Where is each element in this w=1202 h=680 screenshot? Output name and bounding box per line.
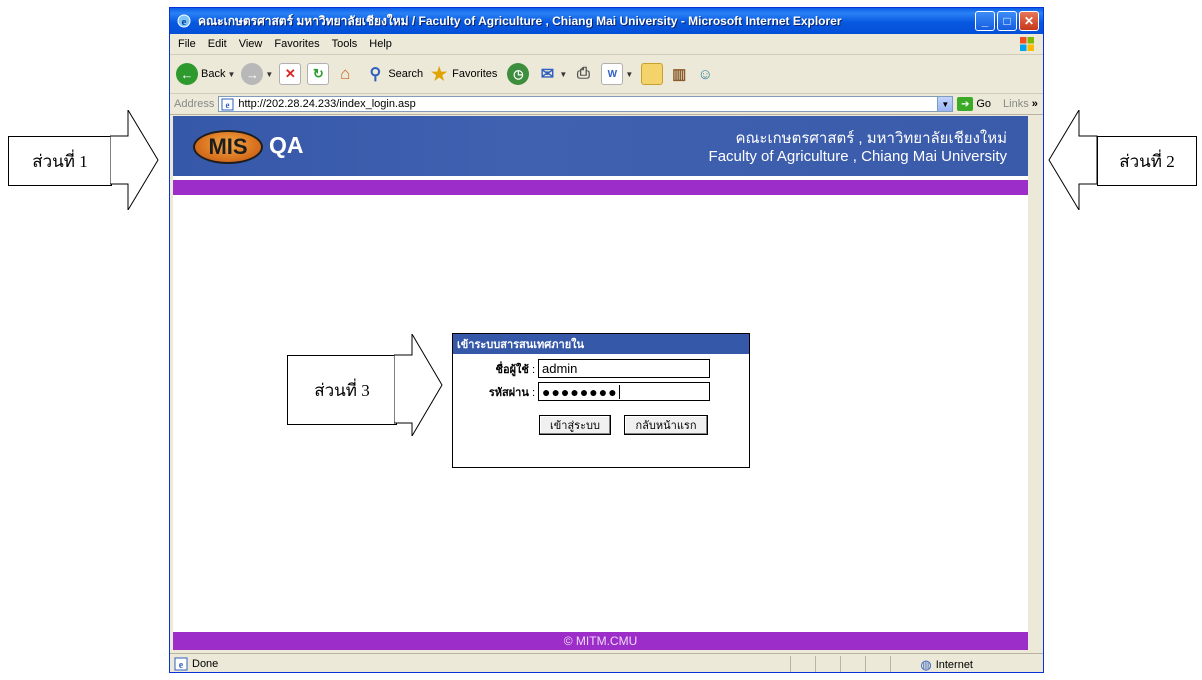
window-title: คณะเกษตรศาสตร์ มหาวิทยาลัยเชียงใหม่ / Fa…: [198, 13, 842, 28]
edit-button[interactable]: W ▼: [601, 63, 633, 85]
close-button[interactable]: ✕: [1019, 11, 1039, 31]
address-bar: Address e http://202.28.24.233/index_log…: [170, 94, 1043, 115]
site-footer: © MITM.CMU: [173, 632, 1028, 650]
svg-text:e: e: [179, 660, 184, 671]
login-form: เข้าระบบสารสนเทศภายใน ชื่อผู้ใช้ : admin…: [452, 333, 750, 468]
research-book-icon: ▥: [672, 66, 687, 83]
history-icon: ◷: [507, 63, 530, 85]
qa-logo: QA: [269, 132, 304, 158]
windows-flag-icon: [1020, 37, 1034, 51]
print-button[interactable]: ⎙: [573, 64, 593, 84]
password-input[interactable]: ●●●●●●●●: [538, 382, 710, 401]
browser-window: e คณะเกษตรศาสตร์ มหาวิทยาลัยเชียงใหม่ / …: [169, 7, 1044, 673]
callout-part-3-label: ส่วนที่ 3: [287, 355, 397, 425]
callout-part-2-label: ส่วนที่ 2: [1097, 136, 1197, 186]
refresh-icon: ↻: [307, 63, 330, 85]
menu-tools[interactable]: Tools: [332, 38, 358, 50]
standard-toolbar: ← Back ▼ → ▼ ✕ ↻ ⌂ ⚲ Search ★ Favorites …: [170, 55, 1043, 94]
purple-divider: [173, 180, 1028, 195]
search-icon: ⚲: [369, 66, 382, 83]
site-banner: MIS QA คณะเกษตรศาสตร์ , มหาวิทยาลัยเชียง…: [173, 116, 1028, 176]
menu-file[interactable]: File: [178, 38, 196, 50]
go-arrow-icon: ➔: [957, 97, 974, 111]
favorites-label: Favorites: [452, 68, 498, 80]
left-arrow-icon: [1048, 110, 1098, 210]
right-arrow-icon: [110, 110, 159, 210]
mail-icon: ✉: [540, 66, 555, 83]
page-icon: e: [221, 98, 234, 110]
forward-button[interactable]: → ▼: [241, 63, 273, 85]
refresh-button[interactable]: ↻: [307, 63, 330, 85]
home-icon: ⌂: [340, 64, 351, 83]
password-label: รหัสผ่าน :: [488, 386, 535, 399]
discuss-button[interactable]: [641, 63, 664, 85]
address-url: http://202.28.24.233/index_login.asp: [238, 98, 416, 110]
forward-arrow-icon: →: [241, 63, 264, 85]
right-arrow-icon: [394, 334, 443, 436]
banner-title-english: Faculty of Agriculture , Chiang Mai Univ…: [708, 148, 1007, 165]
minimize-button[interactable]: _: [975, 11, 995, 31]
mail-dropdown-icon[interactable]: ▼: [559, 70, 567, 79]
research-button[interactable]: ▥: [669, 64, 689, 84]
back-arrow-icon: ←: [176, 63, 198, 85]
menu-view[interactable]: View: [239, 38, 263, 50]
page-done-icon: e: [174, 657, 188, 671]
globe-icon: ◍: [920, 657, 932, 672]
go-button[interactable]: ➔ Go: [957, 97, 991, 111]
address-dropdown-icon[interactable]: ▼: [937, 97, 953, 111]
menu-favorites[interactable]: Favorites: [274, 38, 319, 50]
password-mask: ●●●●●●●●: [542, 383, 618, 400]
search-button[interactable]: ⚲ Search: [365, 64, 423, 84]
username-label: ชื่อผู้ใช้ :: [495, 363, 535, 376]
back-button[interactable]: ← Back ▼: [176, 63, 235, 85]
address-label: Address: [174, 98, 215, 110]
maximize-button[interactable]: □: [997, 11, 1017, 31]
search-label: Search: [388, 68, 424, 80]
back-label: Back: [201, 68, 226, 80]
mis-logo: MIS: [193, 130, 263, 164]
menu-edit[interactable]: Edit: [208, 38, 227, 50]
back-dropdown-icon[interactable]: ▼: [227, 70, 235, 79]
login-submit-button[interactable]: เข้าสู่ระบบ: [539, 415, 611, 435]
svg-text:e: e: [182, 16, 187, 28]
messenger-icon: ☺: [697, 65, 713, 83]
status-text: Done: [192, 658, 219, 670]
links-button[interactable]: Links: [1003, 98, 1029, 110]
menu-bar: File Edit View Favorites Tools Help: [170, 34, 1043, 55]
menu-help[interactable]: Help: [369, 38, 392, 50]
edit-dropdown-icon[interactable]: ▼: [625, 70, 633, 79]
banner-title-thai: คณะเกษตรศาสตร์ , มหาวิทยาลัยเชียงใหม่: [735, 130, 1007, 147]
text-cursor: [618, 384, 620, 399]
go-label: Go: [976, 98, 992, 110]
back-home-button[interactable]: กลับหน้าแรก: [624, 415, 708, 435]
word-edit-icon: W: [601, 63, 624, 85]
history-button[interactable]: ◷: [507, 63, 530, 85]
mail-button[interactable]: ✉ ▼: [537, 64, 568, 84]
folder-icon: [641, 63, 664, 85]
svg-text:e: e: [226, 100, 230, 110]
status-bar: e Done ◍ Internet: [170, 653, 1043, 674]
security-zone: Internet: [935, 659, 973, 671]
favorites-button[interactable]: ★ Favorites: [429, 64, 497, 84]
print-icon: ⎙: [576, 65, 590, 82]
messenger-button[interactable]: ☺: [695, 64, 715, 84]
login-heading: เข้าระบบสารสนเทศภายใน: [453, 334, 749, 354]
callout-part-1-label: ส่วนที่ 1: [8, 136, 112, 186]
stop-button[interactable]: ✕: [279, 63, 302, 85]
forward-dropdown-icon[interactable]: ▼: [265, 70, 273, 79]
username-input[interactable]: admin: [538, 359, 710, 378]
chevron-right-icon[interactable]: »: [1032, 98, 1038, 110]
favorites-star-icon: ★: [431, 63, 448, 84]
ie-logo-icon: e: [177, 14, 191, 28]
address-field[interactable]: e http://202.28.24.233/index_login.asp ▼: [218, 96, 954, 112]
home-button[interactable]: ⌂: [335, 64, 355, 84]
title-bar[interactable]: e คณะเกษตรศาสตร์ มหาวิทยาลัยเชียงใหม่ / …: [170, 8, 1043, 34]
stop-icon: ✕: [279, 63, 302, 85]
